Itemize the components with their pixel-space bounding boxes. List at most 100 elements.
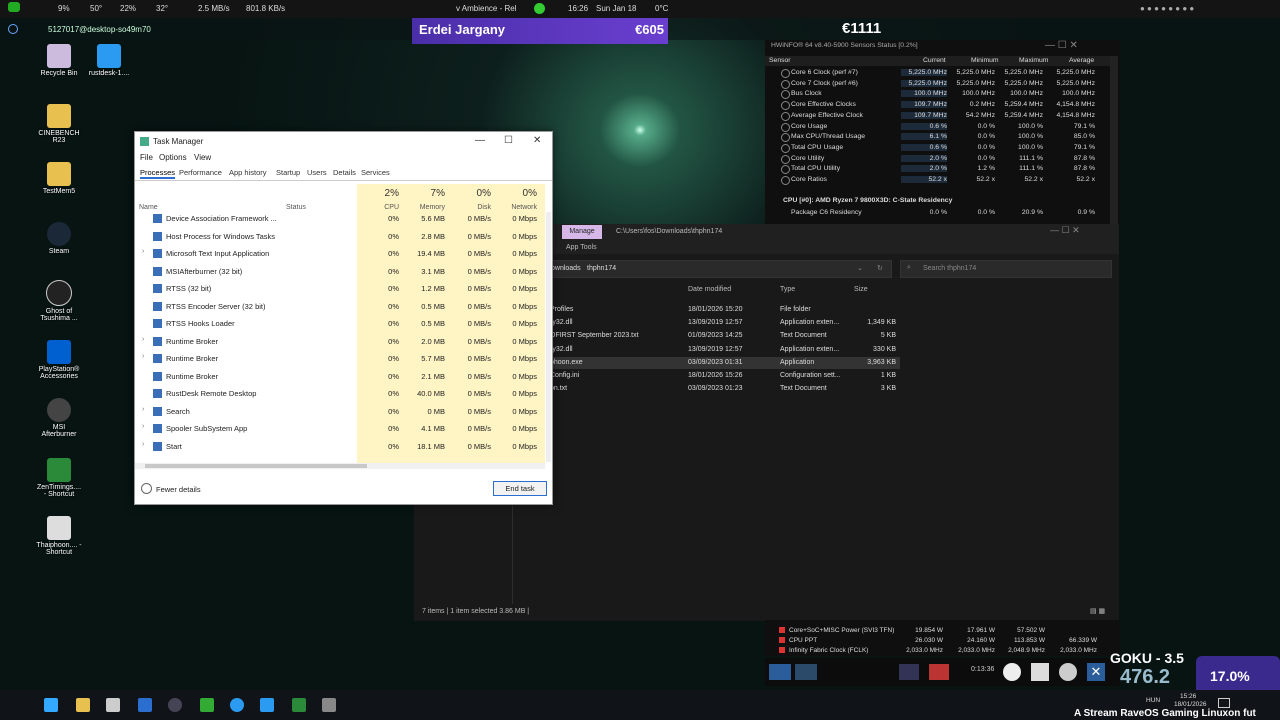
file-row[interactable]: OFIRST September 2023.txt 01/09/2023 14:2…	[550, 330, 900, 342]
arrows2-icon[interactable]	[795, 664, 817, 680]
sensor-row[interactable]: Bus Clock 100.0 MHz 100.0 MHz 100.0 MHz 100.…	[765, 89, 1110, 100]
app-icon[interactable]	[138, 698, 152, 712]
tab-performance[interactable]: Performance	[179, 168, 222, 177]
close-icon[interactable]: ✕	[1087, 663, 1105, 681]
table-row[interactable]: MSIAfterburner (32 bit) 0% 3.1 MB 0 MB/s 0 M…	[135, 263, 545, 281]
table-row[interactable]: RTSS Encoder Server (32 bit) 0% 0.5 MB 0 MB…	[135, 298, 545, 316]
desktop-icon-steam[interactable]: Steam	[36, 222, 82, 255]
col-size[interactable]: Size	[854, 286, 868, 293]
tab-services[interactable]: Services	[361, 168, 390, 177]
browser-icon[interactable]	[168, 698, 182, 712]
table-row[interactable]: Host Process for Windows Tasks 0% 2.8 MB 0 …	[135, 228, 545, 246]
arrows-icon[interactable]	[769, 664, 791, 680]
desktop-icon-zentimings[interactable]: ZenTimings.... - Shortcut	[36, 458, 82, 498]
table-row[interactable]: › Start 0% 18.1 MB 0 MB/s 0 Mbps	[135, 438, 545, 456]
explorer-window-controls[interactable]: — ☐ ✕	[1050, 225, 1080, 236]
chevron-right-icon[interactable]: ›	[142, 336, 144, 343]
sensor-row[interactable]: Max CPU/Thread Usage 6.1 % 0.0 % 100.0 % 85.…	[765, 132, 1110, 143]
menu-file[interactable]: File	[140, 153, 153, 162]
col-memory[interactable]: Memory	[405, 204, 445, 211]
col-network[interactable]: Network	[495, 204, 537, 211]
report-icon[interactable]	[929, 664, 949, 680]
task-manager-taskbar-icon[interactable]	[322, 698, 336, 712]
maximize-button[interactable]: ☐	[504, 135, 513, 146]
clock-icon[interactable]	[1003, 663, 1021, 681]
process-list[interactable]: Device Association Framework ... 0% 5.6 MB…	[135, 212, 545, 462]
search-box[interactable]: ⌕ Search thphn174	[900, 260, 1112, 278]
table-row[interactable]: › Spooler SubSystem App 0% 4.1 MB 0 MB/s 0 Mb…	[135, 420, 545, 438]
horizontal-scrollbar[interactable]	[135, 463, 545, 469]
sensor-row[interactable]: Infinity Fabric Clock (FCLK) 2,033.0 MHz 2…	[765, 646, 1110, 656]
zentimings-taskbar-icon[interactable]	[292, 698, 306, 712]
menu-view[interactable]: View	[194, 153, 211, 162]
manage-ribbon-tab[interactable]: Manage	[562, 225, 602, 239]
taskbar-time[interactable]: 15:26	[1180, 693, 1196, 700]
table-row[interactable]: RTSS (32 bit) 0% 1.2 MB 0 MB/s 0 Mbps	[135, 280, 545, 298]
tab-processes[interactable]: Processes	[140, 168, 176, 179]
chevron-right-icon[interactable]: ›	[142, 248, 144, 255]
chevron-down-icon[interactable]: ⌄	[857, 264, 863, 272]
sensor-row[interactable]: Core 6 Clock (perf #7) 5,225.0 MHz 5,225.0…	[765, 68, 1110, 78]
network-icon[interactable]	[899, 664, 919, 680]
fewer-details-link[interactable]: Fewer details	[156, 485, 201, 494]
vertical-scrollbar[interactable]	[546, 212, 551, 462]
chevron-right-icon[interactable]: ›	[142, 441, 144, 448]
sensor-row[interactable]: Core+SoC+MISC Power (SVI3 TFN) 19.854 W 17…	[765, 626, 1110, 636]
tab-users[interactable]: Users	[307, 168, 327, 177]
table-row[interactable]: › Runtime Broker 0% 2.0 MB 0 MB/s 0 Mbps	[135, 333, 545, 351]
end-task-button[interactable]: End task	[493, 481, 547, 496]
rustdesk-taskbar-icon[interactable]	[230, 698, 244, 712]
language-indicator[interactable]: HUN	[1146, 697, 1160, 704]
sensor-row[interactable]: Package C6 Residency 0.0 % 0.0 % 20.9 % 0.9 …	[765, 208, 1110, 218]
clock-date[interactable]: Sun Jan 18	[596, 4, 636, 13]
store-icon[interactable]	[106, 698, 120, 712]
desktop-icon-ghost[interactable]: Ghost of Tsushima ...	[36, 280, 82, 322]
sensor-row[interactable]: Core 7 Clock (perf #6) 5,225.0 MHz 5,225.0…	[765, 79, 1110, 89]
file-row[interactable]: phoon.exe 03/09/2023 01:31 Application 3,96…	[550, 356, 900, 369]
file-row[interactable]: Profiles 18/01/2026 15:20 File folder	[550, 304, 900, 316]
tab-app-history[interactable]: App history	[229, 168, 267, 177]
notification-icon[interactable]	[1218, 698, 1230, 708]
hwinfo-scrollbar[interactable]	[1110, 56, 1118, 226]
taskbar-date[interactable]: 18/01/2026	[1174, 701, 1207, 708]
tab-details[interactable]: Details	[333, 168, 356, 177]
chevron-right-icon[interactable]: ›	[142, 353, 144, 360]
tab-startup[interactable]: Startup	[276, 168, 300, 177]
col-disk[interactable]: Disk	[451, 204, 491, 211]
play-icon[interactable]	[534, 3, 545, 14]
desktop-icon-msi-afterburner[interactable]: MSI Afterburner	[36, 398, 82, 438]
close-button[interactable]: ✕	[533, 135, 541, 146]
minimize-button[interactable]: —	[475, 135, 485, 146]
chevron-right-icon[interactable]: ›	[142, 406, 144, 413]
sensor-row[interactable]: Total CPU Utility 2.0 % 1.2 % 111.1 % 87.8 %	[765, 164, 1110, 175]
sensor-row[interactable]: Average Effective Clock 109.7 MHz 54.2 MHz…	[765, 111, 1110, 121]
file-explorer-icon[interactable]	[76, 698, 90, 712]
gear-icon[interactable]	[1059, 663, 1077, 681]
rustdesk2-taskbar-icon[interactable]	[260, 698, 274, 712]
sensor-row[interactable]: CPU PPT 26.030 W 24.160 W 113.853 W 66.339 W	[765, 636, 1110, 646]
table-row[interactable]: › Search 0% 0 MB 0 MB/s 0 Mbps	[135, 403, 545, 421]
table-row[interactable]: Runtime Broker 0% 2.1 MB 0 MB/s 0 Mbps	[135, 368, 545, 386]
col-date-modified[interactable]: Date modified	[688, 286, 731, 293]
sensor-row[interactable]: Total CPU Usage 0.6 % 0.0 % 100.0 % 79.1 %	[765, 143, 1110, 153]
file-row[interactable]: ry32.dll 13/09/2019 12:57 Application exte…	[550, 317, 900, 329]
chevron-right-icon[interactable]: ›	[142, 423, 144, 430]
sensor-row[interactable]: Core Usage 0.6 % 0.0 % 100.0 % 79.1 %	[765, 122, 1110, 132]
col-type[interactable]: Type	[780, 286, 795, 293]
table-row[interactable]: › Runtime Broker 0% 5.7 MB 0 MB/s 0 Mbps	[135, 350, 545, 368]
music-title[interactable]: ᴠ Ambience - Rel	[456, 4, 516, 13]
sensor-row[interactable]: Core Effective Clocks 109.7 MHz 0.2 MHz 5,2…	[765, 100, 1110, 111]
save-icon[interactable]	[1031, 663, 1049, 681]
desktop-icon-thaiphoon[interactable]: Thaiphoon.... - Shortcut	[36, 516, 82, 556]
file-row[interactable]: ry32.dll 13/09/2019 12:57 Application exte…	[550, 344, 900, 356]
chevron-up-icon[interactable]	[141, 483, 152, 494]
menu-options[interactable]: Options	[159, 153, 187, 162]
table-row[interactable]: RustDesk Remote Desktop 0% 40.0 MB 0 MB/s 0 …	[135, 385, 545, 403]
hwinfo-section-header[interactable]: CPU [#0]: AMD Ryzen 7 9800X3D: C-State R…	[783, 197, 952, 204]
desktop-icon-playstation[interactable]: PlayStation® Accessories	[36, 340, 82, 380]
desktop-icon-testmem[interactable]: TestMem5	[36, 162, 82, 195]
tray-icons[interactable]: ● ● ● ● ● ● ● ●	[1140, 4, 1194, 13]
file-row[interactable]: on.txt 03/09/2023 01:23 Text Document 3 KB	[550, 383, 900, 395]
col-cpu[interactable]: CPU	[361, 204, 399, 211]
sensor-row[interactable]: Core Utility 2.0 % 0.0 % 111.1 % 87.8 %	[765, 154, 1110, 164]
